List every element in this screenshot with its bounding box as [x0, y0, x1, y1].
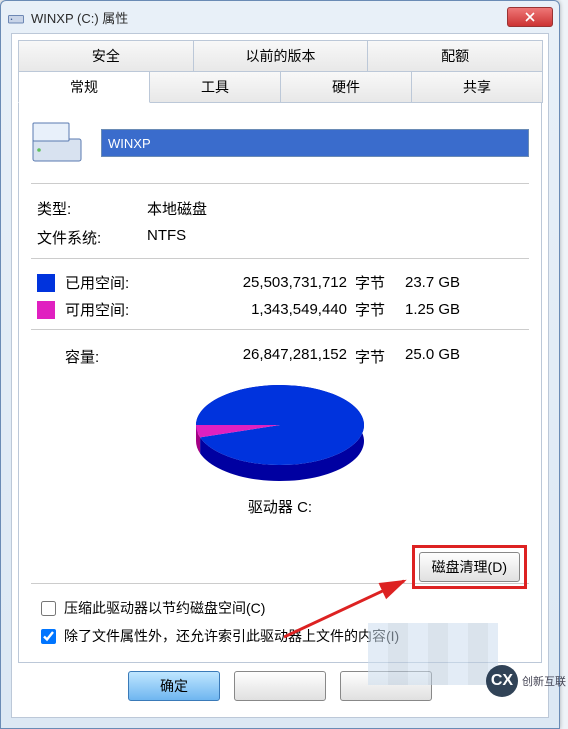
titlebar[interactable]: WINXP (C:) 属性 — [1, 1, 559, 33]
tab-general[interactable]: 常规 — [18, 71, 150, 103]
used-gb: 23.7 GB — [405, 274, 485, 291]
pie-chart-area: 驱动器 C: — [31, 379, 529, 517]
tab-hardware[interactable]: 硬件 — [280, 71, 412, 103]
drive-icon — [7, 8, 25, 26]
index-checkbox[interactable] — [41, 629, 56, 644]
tab-content-general: 类型: 本地磁盘 文件系统: NTFS 已用空间: 25,503,731,712… — [18, 103, 542, 663]
tab-tools[interactable]: 工具 — [149, 71, 281, 103]
tab-security[interactable]: 安全 — [18, 40, 194, 72]
type-label: 类型: — [37, 198, 147, 219]
separator — [31, 329, 529, 330]
drive-large-icon — [31, 121, 83, 165]
free-swatch — [37, 301, 55, 319]
watermark: CX 创新互联 — [486, 665, 566, 697]
used-space-row: 已用空间: 25,503,731,712 字节 23.7 GB — [31, 269, 529, 296]
tab-sharing[interactable]: 共享 — [411, 71, 543, 103]
tabs-row-upper: 安全 以前的版本 配额 — [18, 40, 542, 72]
compress-label: 压缩此驱动器以节约磁盘空间(C) — [64, 598, 265, 618]
used-label: 已用空间: — [65, 272, 165, 293]
pixelation-overlay — [368, 623, 498, 685]
window-title: WINXP (C:) 属性 — [31, 8, 507, 27]
compress-checkbox[interactable] — [41, 601, 56, 616]
ok-button[interactable]: 确定 — [128, 671, 220, 701]
disk-cleanup-button[interactable]: 磁盘清理(D) — [419, 552, 520, 582]
tabs-row-lower: 常规 工具 硬件 共享 — [18, 71, 542, 103]
capacity-unit: 字节 — [355, 346, 405, 367]
tab-previous-versions[interactable]: 以前的版本 — [193, 40, 369, 72]
type-row: 类型: 本地磁盘 — [31, 194, 529, 223]
capacity-bytes: 26,847,281,152 — [165, 346, 355, 367]
close-icon — [525, 12, 535, 22]
tab-quota[interactable]: 配额 — [367, 40, 543, 72]
filesystem-label: 文件系统: — [37, 227, 147, 248]
free-unit: 字节 — [355, 299, 405, 320]
watermark-logo-icon: CX — [486, 665, 518, 697]
property-panel: 安全 以前的版本 配额 常规 工具 硬件 共享 类型: 本地磁盘 — [11, 33, 549, 718]
close-button[interactable] — [507, 7, 553, 27]
free-gb: 1.25 GB — [405, 301, 485, 318]
capacity-label: 容量: — [65, 346, 165, 367]
free-label: 可用空间: — [65, 299, 165, 320]
filesystem-row: 文件系统: NTFS — [31, 223, 529, 252]
type-value: 本地磁盘 — [147, 198, 207, 219]
dialog-window: WINXP (C:) 属性 安全 以前的版本 配额 常规 工具 硬件 共享 — [0, 0, 560, 729]
filesystem-value: NTFS — [147, 227, 186, 248]
separator — [31, 183, 529, 184]
drive-name-row — [31, 121, 529, 165]
index-label: 除了文件属性外，还允许索引此驱动器上文件的内容(I) — [64, 626, 399, 646]
capacity-gb: 25.0 GB — [405, 346, 485, 367]
watermark-text: 创新互联 — [522, 673, 566, 689]
capacity-row: 容量: 26,847,281,152 字节 25.0 GB — [31, 340, 529, 373]
free-bytes: 1,343,549,440 — [165, 301, 355, 318]
used-swatch — [37, 274, 55, 292]
pie-chart — [185, 379, 375, 487]
free-space-row: 可用空间: 1,343,549,440 字节 1.25 GB — [31, 296, 529, 323]
used-bytes: 25,503,731,712 — [165, 274, 355, 291]
compress-option[interactable]: 压缩此驱动器以节约磁盘空间(C) — [31, 594, 529, 622]
used-unit: 字节 — [355, 272, 405, 293]
cancel-button[interactable] — [234, 671, 326, 701]
separator — [31, 258, 529, 259]
drive-letter-label: 驱动器 C: — [248, 496, 312, 517]
highlight-box: 磁盘清理(D) — [412, 545, 527, 589]
cleanup-area: 磁盘清理(D) — [406, 539, 533, 595]
drive-name-input[interactable] — [101, 129, 529, 157]
